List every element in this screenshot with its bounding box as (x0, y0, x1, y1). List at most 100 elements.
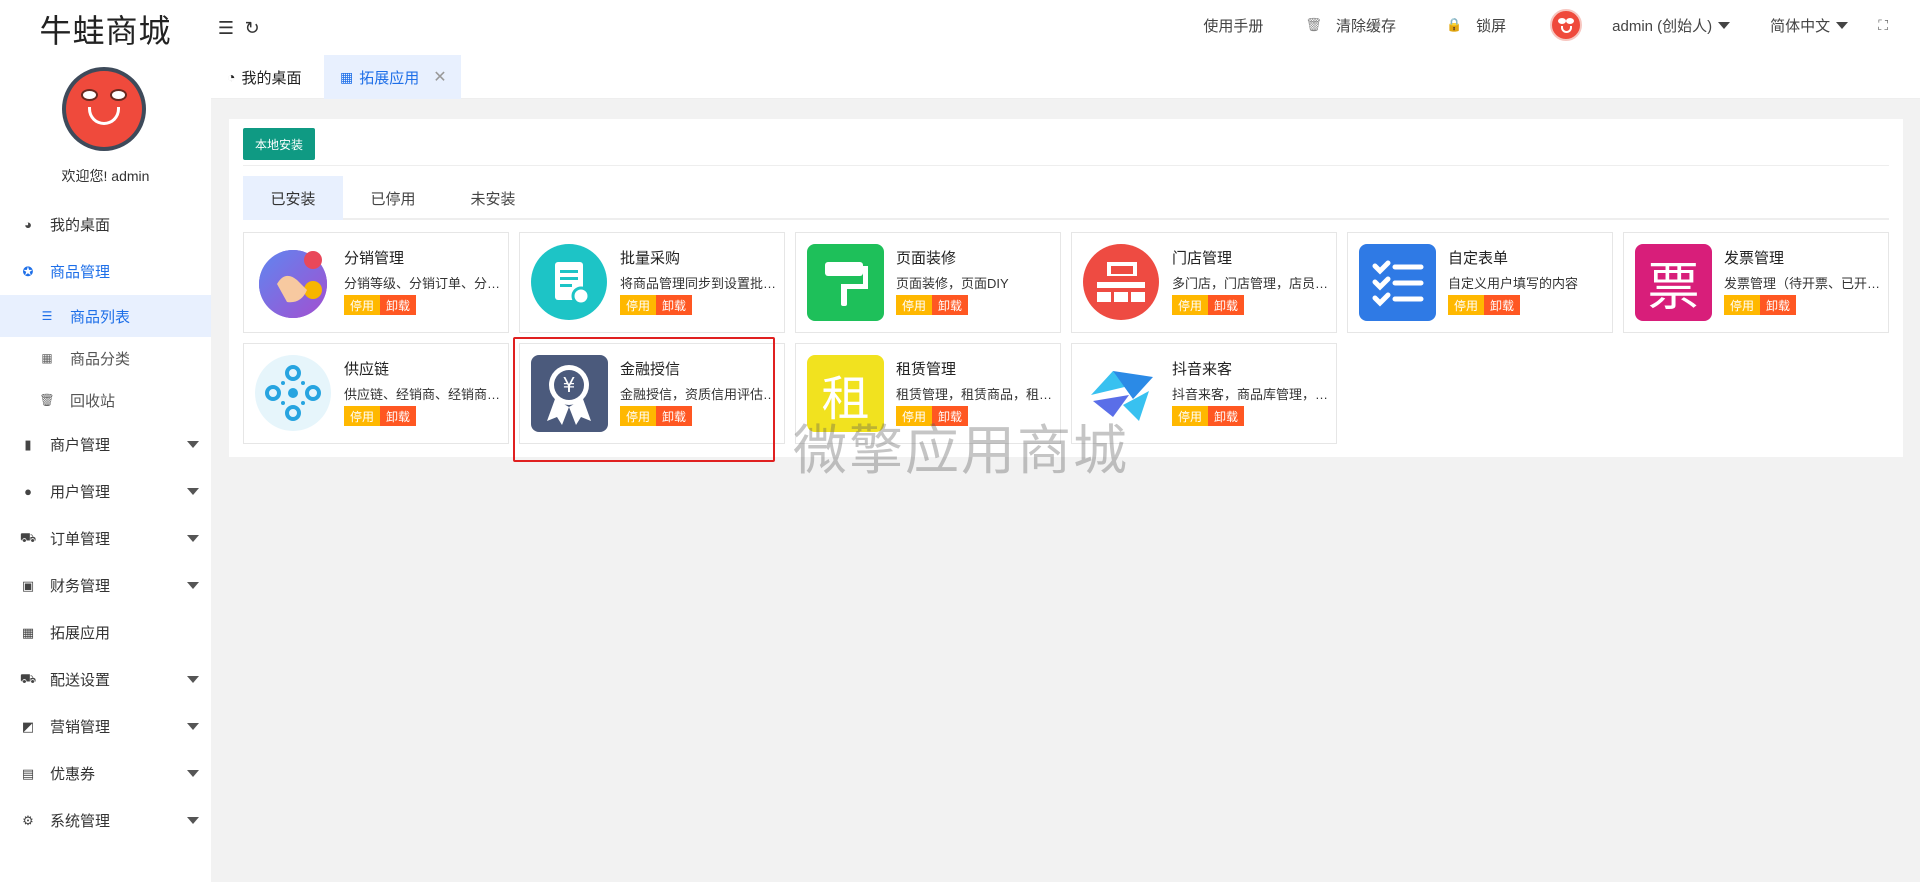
chevron-down-icon (187, 582, 199, 589)
sidebar-item-finance[interactable]: ▣ 财务管理 (0, 562, 211, 609)
tab-dashboard[interactable]: ◔ 我的桌面 (227, 55, 301, 99)
uninstall-button[interactable]: 卸载 (656, 295, 693, 315)
uninstall-button[interactable]: 卸载 (1760, 295, 1797, 315)
sidebar-item-marketing[interactable]: ◩ 营销管理 (0, 703, 211, 750)
uninstall-button[interactable]: 卸载 (656, 406, 693, 426)
menu-collapse-icon[interactable]: ☰ (217, 18, 235, 39)
uninstall-button[interactable]: 卸载 (932, 295, 969, 315)
sidebar-item-label: 拓展应用 (50, 625, 111, 642)
app-logo[interactable]: 牛蛙商城 (0, 6, 211, 52)
disable-button[interactable]: 停用 (896, 406, 933, 426)
app-desc: 发票管理（待开票、已开票） (1724, 276, 1882, 291)
disable-button[interactable]: 停用 (1172, 295, 1209, 315)
app-card-custom-form[interactable]: 自定表单 自定义用户填写的内容 停用 卸载 (1347, 232, 1613, 333)
fullscreen-icon: ⛶ (1878, 16, 1888, 33)
chevron-down-icon (187, 770, 199, 777)
sidebar-item-dashboard[interactable]: ◕ 我的桌面 (0, 201, 211, 248)
close-icon[interactable]: ✕ (433, 67, 446, 87)
sidebar-item-product-category[interactable]: ▦ 商品分类 (0, 337, 211, 379)
app-card-page-decoration[interactable]: 页面装修 页面装修，页面DIY 停用 卸载 (795, 232, 1061, 333)
sidebar-item-label: 营销管理 (50, 719, 111, 736)
sidebar-item-users[interactable]: ● 用户管理 (0, 468, 211, 515)
tab-disabled[interactable]: 已停用 (343, 176, 443, 220)
manual-link[interactable]: 使用手册 (1203, 15, 1263, 36)
clear-cache-button[interactable]: 🗑 清除缓存 (1305, 15, 1396, 36)
user-name: admin (创始人) (1612, 17, 1713, 35)
uninstall-button[interactable]: 卸载 (1208, 406, 1245, 426)
chevron-down-icon (187, 535, 199, 542)
disable-button[interactable]: 停用 (1172, 406, 1209, 426)
sidebar-item-label: 用户管理 (50, 484, 111, 501)
user-icon: ● (24, 484, 32, 499)
sidebar-item-recycle-bin[interactable]: 🗑 回收站 (0, 379, 211, 421)
cart-icon: ⛟ (19, 529, 37, 545)
uninstall-button[interactable]: 卸载 (380, 295, 417, 315)
sidebar-item-orders[interactable]: ⛟ 订单管理 (0, 515, 211, 562)
apps-icon: ▦ (21, 624, 35, 640)
sidebar-item-label: 我的桌面 (50, 217, 111, 234)
app-name: 抖音来客 (1172, 361, 1233, 378)
app-card-finance-credit[interactable]: ¥ 金融授信 金融授信，资质信用评估管理 停用 卸载 (519, 343, 785, 444)
app-desc: 供应链、经销商、经销商管理 (344, 387, 502, 402)
tab-not-installed[interactable]: 未安装 (443, 176, 543, 220)
uninstall-button[interactable]: 卸载 (1208, 295, 1245, 315)
merchant-icon: ▮ (24, 436, 32, 452)
disable-button[interactable]: 停用 (344, 406, 381, 426)
coupon-icon: ▤ (21, 765, 35, 781)
app-card-store[interactable]: 门店管理 多门店，门店管理，店员管理 停用 卸载 (1071, 232, 1337, 333)
chevron-down-icon (187, 723, 199, 730)
sidebar-item-label: 系统管理 (50, 813, 111, 830)
app-card-bulk-purchase[interactable]: 批量采购 将商品管理同步到设置批量采购 停用 卸载 (519, 232, 785, 333)
avatar[interactable] (62, 67, 146, 151)
sidebar-item-label: 商品管理 (50, 264, 111, 281)
uninstall-button[interactable]: 卸载 (380, 406, 417, 426)
language-select[interactable]: 简体中文 (1770, 15, 1849, 36)
app-card-distribution[interactable]: 分销管理 分销等级、分销订单、分销员管理 停用 卸载 (243, 232, 509, 333)
extensions-panel: 本地安装 已安装 已停用 未安装 分销管理 分销等级、分销订单、分销员管理 停用… (229, 119, 1903, 457)
sidebar-item-system[interactable]: ⚙ 系统管理 (0, 797, 211, 844)
app-desc: 分销等级、分销订单、分销员管理 (344, 276, 502, 291)
sidebar-item-coupons[interactable]: ▤ 优惠券 (0, 750, 211, 797)
sidebar-item-delivery[interactable]: ⛟ 配送设置 (0, 656, 211, 703)
app-desc: 页面装修，页面DIY (896, 276, 1009, 291)
disable-button[interactable]: 停用 (1724, 295, 1761, 315)
divider (243, 165, 1889, 166)
dashboard-icon: ◕ (24, 217, 32, 232)
sidebar-item-product-list[interactable]: ☰ 商品列表 (0, 295, 211, 337)
user-avatar[interactable] (1550, 9, 1583, 41)
tab-label: 我的桌面 (241, 69, 302, 87)
chevron-down-icon (187, 676, 199, 683)
sidebar-item-label: 商品列表 (70, 308, 131, 326)
tab-extensions[interactable]: ▦ 拓展应用 ✕ (324, 55, 461, 99)
disable-button[interactable]: 停用 (1448, 295, 1485, 315)
disable-button[interactable]: 停用 (344, 295, 381, 315)
app-card-supply-chain[interactable]: 供应链 供应链、经销商、经销商管理 停用 卸载 (243, 343, 509, 444)
app-desc: 金融授信，资质信用评估管理 (620, 387, 778, 402)
fullscreen-button[interactable]: ⛶ (1878, 17, 1888, 34)
app-name: 门店管理 (1172, 250, 1233, 267)
truck-icon: ⛟ (19, 670, 37, 686)
refresh-icon[interactable]: ↻ (243, 18, 261, 39)
lock-screen-button[interactable]: 🔒 锁屏 (1446, 15, 1506, 36)
app-card-invoice[interactable]: 票 发票管理 发票管理（待开票、已开票） 停用 卸载 (1623, 232, 1889, 333)
app-desc: 自定义用户填写的内容 (1448, 276, 1579, 291)
tab-installed[interactable]: 已安装 (243, 176, 343, 220)
list-icon: ☰ (41, 309, 53, 323)
app-desc: 将商品管理同步到设置批量采购 (620, 276, 778, 291)
disable-button[interactable]: 停用 (896, 295, 933, 315)
uninstall-button[interactable]: 卸载 (932, 406, 969, 426)
disable-button[interactable]: 停用 (620, 406, 657, 426)
user-menu[interactable]: admin (创始人) (1612, 15, 1731, 36)
page-tabs: ◔ 我的桌面 ▦ 拓展应用 ✕ (211, 55, 1920, 99)
sidebar-item-extensions[interactable]: ▦ 拓展应用 (0, 609, 211, 656)
gear-icon: ⚙ (22, 812, 34, 828)
app-card-rental[interactable]: 租 租赁管理 租赁管理，租赁商品，租赁订单 停用 卸载 (795, 343, 1061, 444)
document-icon (531, 244, 608, 321)
sidebar-item-merchants[interactable]: ▮ 商户管理 (0, 421, 211, 468)
local-install-button[interactable]: 本地安装 (243, 128, 315, 160)
app-card-douyin[interactable]: 抖音来客 抖音来客，商品库管理，核销 停用 卸载 (1071, 343, 1337, 444)
sidebar-item-products[interactable]: ✪ 商品管理 (0, 248, 211, 295)
uninstall-button[interactable]: 卸载 (1484, 295, 1521, 315)
store-icon (1083, 244, 1160, 321)
disable-button[interactable]: 停用 (620, 295, 657, 315)
